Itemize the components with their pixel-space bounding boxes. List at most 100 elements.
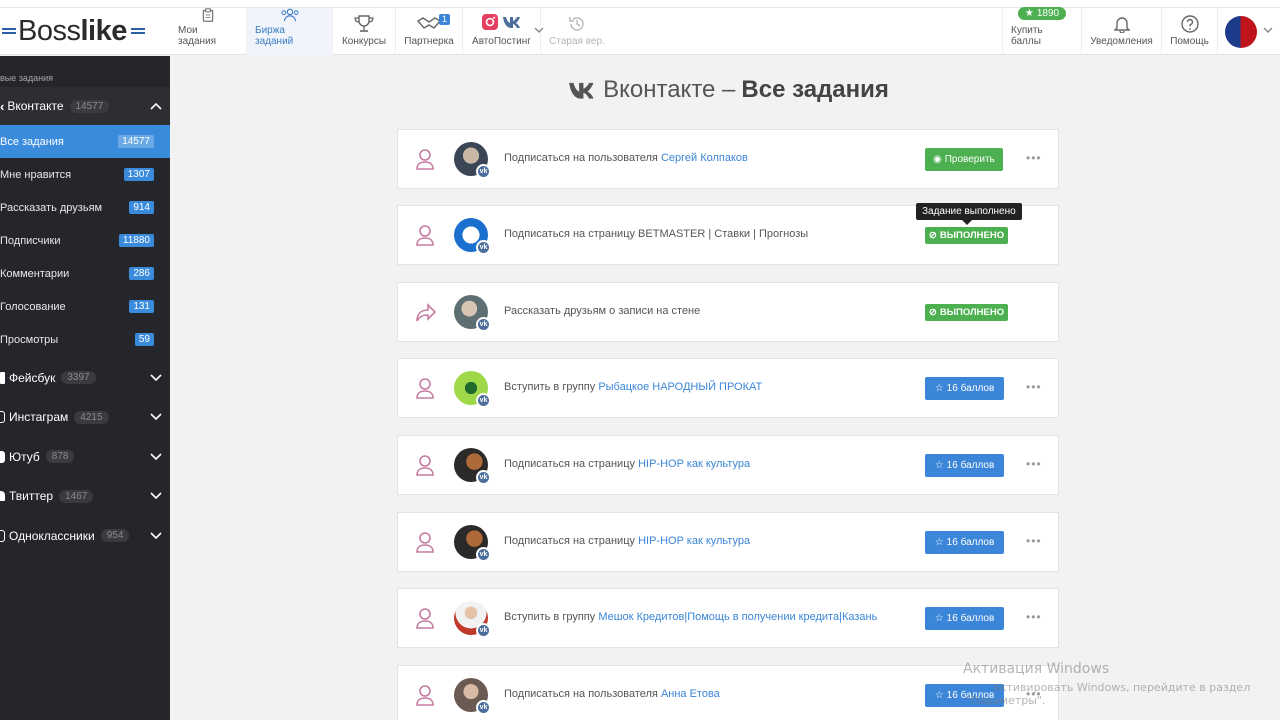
vk-badge-icon: vk xyxy=(476,164,491,179)
points-button[interactable]: ☆ 16 баллов xyxy=(925,454,1004,477)
chevron-down-icon xyxy=(150,492,162,500)
avatar[interactable]: vk xyxy=(454,295,491,332)
points-button[interactable]: ☆ 16 баллов xyxy=(925,607,1004,630)
task-text: Рассказать друзьям о записи на стене xyxy=(504,305,701,317)
chevron-down-icon xyxy=(150,532,162,539)
user-icon xyxy=(416,608,434,629)
bell-icon xyxy=(1113,17,1130,33)
task-card: vk Подписаться на пользователя Сергей Ко… xyxy=(397,129,1059,189)
avatar[interactable]: vk xyxy=(454,218,491,255)
page-title: Вконтакте – Все задания xyxy=(397,76,1059,104)
completed-status-button[interactable]: ⊘ ВЫПОЛНЕНО xyxy=(925,304,1008,321)
nav-task-exchange[interactable]: Биржа заданий xyxy=(247,8,333,55)
completed-status-button[interactable]: ⊘ ВЫПОЛНЕНО xyxy=(925,227,1008,244)
task-text: Подписаться на пользователя Анна Етова xyxy=(504,688,720,700)
more-options-icon[interactable]: ••• xyxy=(1026,381,1042,393)
more-options-icon[interactable]: ••• xyxy=(1026,611,1042,623)
user-icon xyxy=(416,225,434,246)
avatar[interactable]: vk xyxy=(454,525,491,562)
partner-badge: 1 xyxy=(438,14,450,25)
star-outline-icon: ☆ xyxy=(934,690,944,701)
sidebar-other-networks: Фейсбук 3397 Инстаграм 4215 Ютуб 878 Твитте… xyxy=(0,358,170,556)
vk-badge-icon: vk xyxy=(476,547,491,562)
task-card: vk Вступить в группу Мешок Кредитов|Помо… xyxy=(397,588,1059,648)
buy-points[interactable]: ★ 1890 Купить баллы xyxy=(1002,7,1082,55)
user-menu[interactable] xyxy=(1218,8,1280,55)
user-icon xyxy=(416,378,434,399)
nav-contests[interactable]: Конкурсы xyxy=(333,8,396,55)
sidebar-item-all-tasks[interactable]: Все задания 14577 xyxy=(0,125,170,158)
vk-badge-icon: vk xyxy=(476,240,491,255)
task-done-tooltip: Задание выполнено xyxy=(916,203,1022,225)
task-link[interactable]: Рыбацкое НАРОДНЫЙ ПРОКАТ xyxy=(598,381,762,393)
twitter-icon xyxy=(0,491,5,502)
avatar[interactable]: vk xyxy=(454,371,491,408)
notifications[interactable]: Уведомления xyxy=(1082,8,1162,55)
task-card: vk Рассказать друзьям о записи на стене … xyxy=(397,282,1059,342)
vk-badge-icon: vk xyxy=(476,700,491,715)
sidebar-item-comments[interactable]: Комментарии 286 xyxy=(0,257,170,290)
odnoklassniki-icon xyxy=(0,529,5,542)
sidebar-item-share[interactable]: Рассказать друзьям 914 xyxy=(0,191,170,224)
avatar[interactable]: vk xyxy=(454,142,491,179)
task-link[interactable]: Мешок Кредитов|Помощь в получении кредит… xyxy=(598,611,877,623)
chevron-down-icon xyxy=(150,413,162,421)
sidebar-group-instagram[interactable]: Инстаграм 4215 xyxy=(0,398,170,438)
vk-badge-icon: vk xyxy=(476,470,491,485)
help[interactable]: Помощь xyxy=(1162,8,1218,55)
sidebar-group-twitter[interactable]: Твиттер 1467 xyxy=(0,477,170,517)
task-text: Подписаться на страницу HIP-HOP как куль… xyxy=(504,458,751,470)
more-options-icon[interactable]: ••• xyxy=(1026,152,1042,164)
windows-activation-watermark: Активация Windows активировать Windows, … xyxy=(963,661,1251,707)
users-icon xyxy=(280,8,299,22)
star-outline-icon: ☆ xyxy=(934,460,944,471)
check-button[interactable]: ◉ Проверить xyxy=(925,148,1003,171)
bosslike-logo[interactable]: Boss like xyxy=(0,14,160,48)
header-actions: ★ 1890 Купить баллы Уведомления Помощь xyxy=(1002,7,1280,55)
task-card: vk Подписаться на пользователя Анна Етов… xyxy=(397,665,1059,720)
task-link[interactable]: Анна Етова xyxy=(661,688,720,700)
task-card: vk Подписаться на страницу HIP-HOP как к… xyxy=(397,435,1059,495)
sidebar-item-views[interactable]: Просмотры 59 xyxy=(0,323,170,356)
chevron-down-icon xyxy=(150,453,162,460)
task-text: Вступить в группу Рыбацкое НАРОДНЫЙ ПРОК… xyxy=(504,381,763,393)
nav-partner[interactable]: Партнерка 1 xyxy=(396,8,463,55)
nav-old-version[interactable]: Старая вер. xyxy=(541,8,613,55)
history-icon xyxy=(569,17,584,31)
nav-my-tasks[interactable]: Мои задания xyxy=(170,8,247,55)
trophy-icon xyxy=(354,15,374,32)
eye-icon: ◉ xyxy=(933,154,942,165)
points-button[interactable]: ☆ 16 баллов xyxy=(925,531,1004,554)
task-link[interactable]: HIP-HOP как культура xyxy=(638,458,750,470)
avatar[interactable]: vk xyxy=(454,448,491,485)
sidebar-item-subscribers[interactable]: Подписчики 11880 xyxy=(0,224,170,257)
sidebar-group-facebook[interactable]: Фейсбук 3397 xyxy=(0,358,170,398)
vk-icon xyxy=(569,82,594,99)
sidebar-group-odnoklassniki[interactable]: Одноклассники 954 xyxy=(0,516,170,556)
points-button[interactable]: ☆ 16 баллов xyxy=(925,377,1004,400)
more-options-icon[interactable]: ••• xyxy=(1026,535,1042,547)
star-icon: ★ xyxy=(1024,8,1034,19)
task-link[interactable]: HIP-HOP как культура xyxy=(638,535,750,547)
share-icon xyxy=(416,303,437,322)
vk-badge-icon: vk xyxy=(476,317,491,332)
help-icon xyxy=(1180,15,1199,33)
sidebar-item-likes[interactable]: Мне нравится 1307 xyxy=(0,158,170,191)
task-text: Подписаться на страницу BETMASTER | Став… xyxy=(504,228,809,240)
facebook-icon xyxy=(0,371,5,384)
star-outline-icon: ☆ xyxy=(934,383,944,394)
vk-badge-icon: vk xyxy=(476,623,491,638)
more-options-icon[interactable]: ••• xyxy=(1026,458,1042,470)
sidebar-item-voting[interactable]: Голосование 131 xyxy=(0,290,170,323)
chevron-up-icon xyxy=(150,102,162,110)
task-link[interactable]: Сергей Колпаков xyxy=(661,152,748,164)
sidebar-group-youtube[interactable]: Ютуб 878 xyxy=(0,437,170,477)
user-icon xyxy=(416,149,434,170)
clipboard-icon xyxy=(202,8,214,22)
avatar[interactable]: vk xyxy=(454,678,491,715)
nav-autoposting[interactable]: АвтоПостинг xyxy=(463,8,544,55)
avatar[interactable]: vk xyxy=(454,601,491,638)
instagram-icon xyxy=(0,411,5,424)
sidebar-group-vk[interactable]: ‹ Вконтакте 14577 xyxy=(0,87,170,125)
user-icon xyxy=(416,455,434,476)
